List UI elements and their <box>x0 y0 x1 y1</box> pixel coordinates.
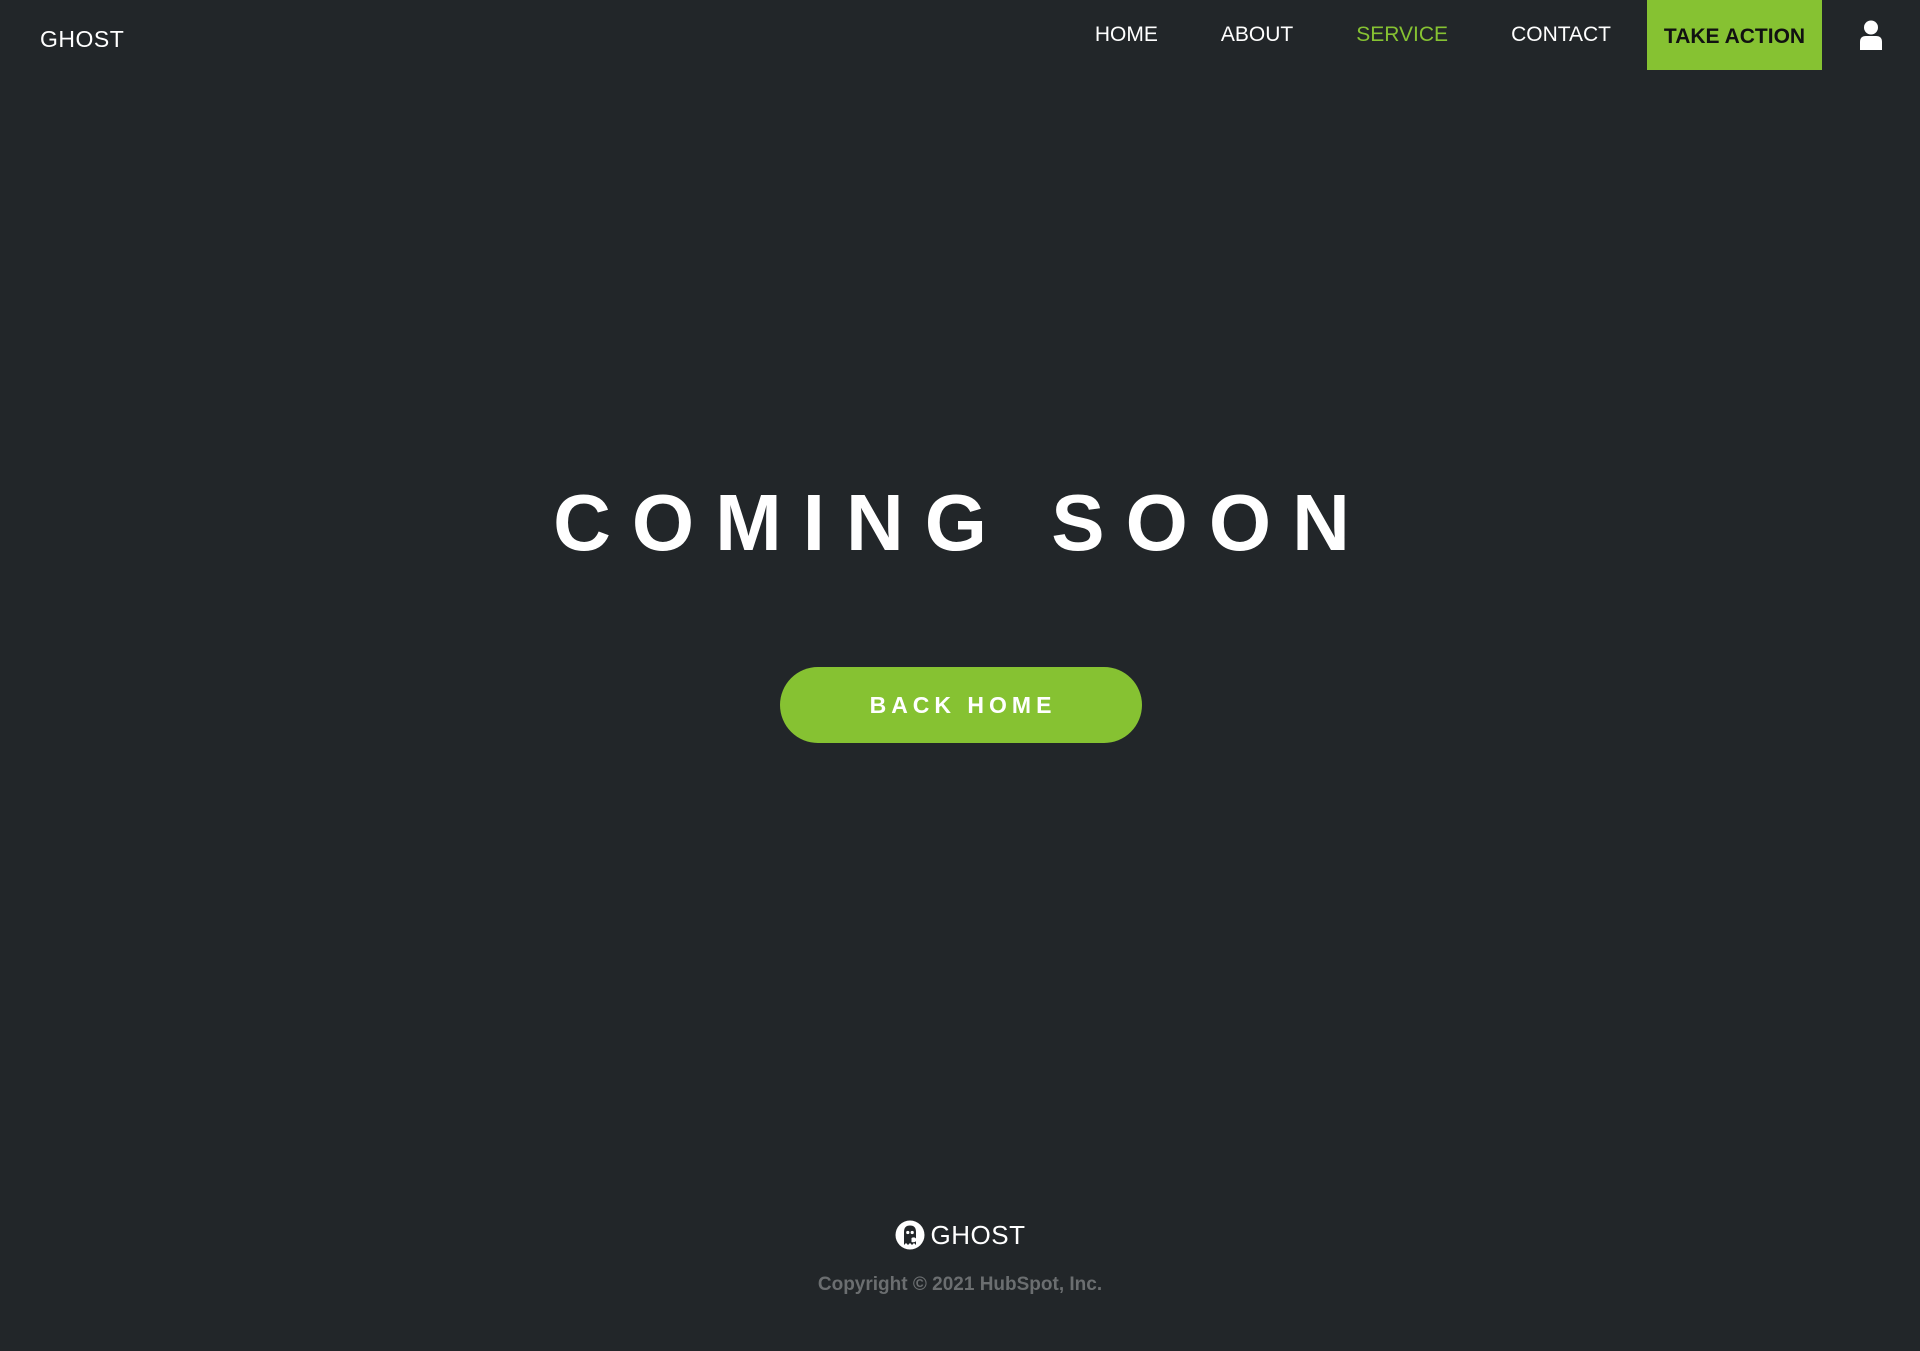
main-nav: HOME ABOUT SERVICE CONTACT TAKE ACTION <box>1095 0 1920 70</box>
ghost-logo-icon <box>895 1220 925 1250</box>
page: GHOST HOME ABOUT SERVICE CONTACT TAKE AC… <box>0 0 1920 1351</box>
footer-brand-name: GHOST <box>930 1220 1026 1250</box>
take-action-button[interactable]: TAKE ACTION <box>1647 0 1822 70</box>
nav-service-link[interactable]: SERVICE <box>1356 0 1448 70</box>
nav-home-link[interactable]: HOME <box>1095 0 1158 70</box>
coming-soon-heading: COMING SOON <box>553 478 1371 567</box>
user-account-button[interactable] <box>1822 0 1920 70</box>
footer-brand: GHOST <box>0 1218 1920 1252</box>
user-icon <box>1860 20 1882 50</box>
site-header: GHOST HOME ABOUT SERVICE CONTACT TAKE AC… <box>0 0 1920 70</box>
brand-logo-link[interactable]: GHOST <box>40 22 124 56</box>
nav-about-link[interactable]: ABOUT <box>1221 0 1293 70</box>
back-home-button[interactable]: BACK HOME <box>780 667 1142 743</box>
nav-contact-link[interactable]: CONTACT <box>1511 0 1611 70</box>
copyright-text: Copyright © 2021 HubSpot, Inc. <box>817 1274 1103 1295</box>
